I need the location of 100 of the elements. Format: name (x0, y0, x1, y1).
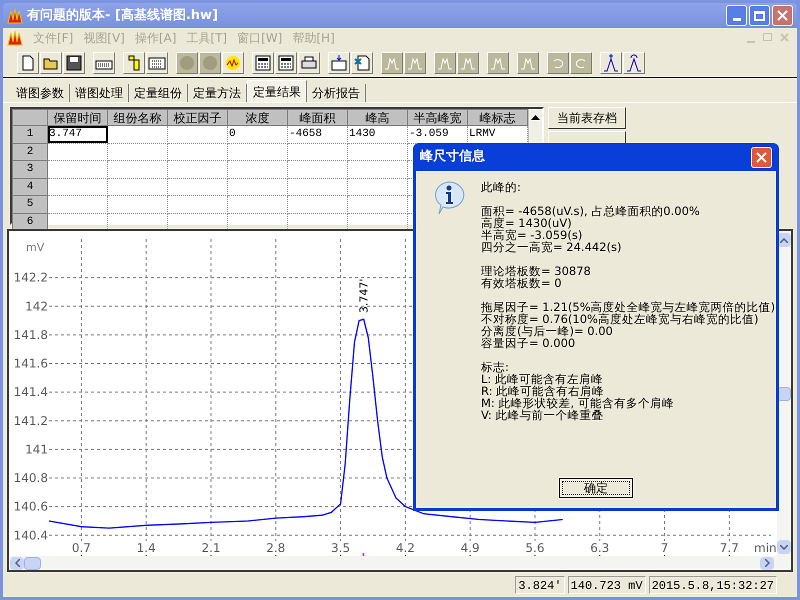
column-header[interactable]: 校正因子 (168, 110, 228, 126)
info-line: R: 此峰可能含有右肩峰 (481, 385, 604, 397)
toolbar-button[interactable] (298, 52, 320, 74)
x-tick-label: 7 (660, 541, 668, 555)
y-axis-label: mV (26, 241, 44, 254)
scroll-right-button[interactable] (760, 556, 774, 570)
toolbar-button[interactable] (146, 52, 168, 74)
column-header[interactable]: 半高峰宽 (408, 110, 468, 126)
x-tick-label: 4.9 (460, 541, 480, 555)
info-line: 不对称度= 0.76(10%高度处左峰宽与右峰宽的比值) (481, 313, 758, 325)
status-field: 3.824' (515, 576, 565, 594)
info-icon (432, 181, 464, 215)
x-tick-label: 7.7 (720, 541, 739, 555)
calculator-icon (255, 54, 271, 70)
info-line: 四分之一高宽= 24.442(s) (481, 241, 622, 253)
y-tick-label: 141.6 (14, 356, 48, 371)
x-tick-label: 4.2 (396, 541, 415, 555)
toolbar-button[interactable] (63, 52, 85, 74)
toolbar-button[interactable] (123, 52, 145, 74)
scroll-left-button[interactable] (10, 556, 24, 570)
toolbar-button[interactable] (351, 52, 373, 74)
x-axis-label: min (754, 541, 777, 555)
column-header[interactable]: 峰面积 (288, 110, 348, 126)
y-tick-label: 141.8 (14, 328, 48, 342)
info-line: 容量因子= 0.000 (481, 337, 576, 349)
y-tick-label: 141 (25, 442, 48, 456)
info-line: L: 此峰可能含有左肩峰 (481, 373, 604, 385)
info-line: 高度= 1430(uV) (481, 217, 572, 229)
toolbar-button[interactable] (275, 52, 297, 74)
blank-page-icon (20, 54, 36, 70)
tab[interactable]: 分析报告 (307, 84, 366, 102)
circle-icon (179, 54, 195, 70)
y-tick-label: 140.4 (14, 528, 48, 542)
calculator-icon (278, 54, 294, 70)
y-tick-label: 141.2 (14, 414, 48, 428)
peak-icon (490, 54, 506, 70)
table-down-arrow-icon (331, 54, 347, 70)
tab[interactable]: 定量组份 (129, 84, 188, 102)
tab[interactable]: 定量结果 (247, 80, 307, 102)
row-header[interactable]: 3 (12, 160, 48, 178)
peak-icon (407, 54, 423, 70)
peak-icon (460, 54, 476, 70)
column-header[interactable]: 组份名称 (108, 110, 168, 126)
x-tick-label: 6.3 (590, 541, 610, 555)
info-line: 此峰的: (481, 181, 522, 193)
y-tick-label: 140.8 (14, 471, 48, 486)
toolbar-button[interactable] (600, 52, 622, 74)
info-line: 有效塔板数= 0 (481, 277, 563, 289)
toolbar-button[interactable] (40, 52, 62, 74)
table-cell: 1430 (348, 126, 408, 143)
info-line: 分离度(与后一峰)= 0.00 (481, 325, 613, 337)
y-tick-label: 140.6 (14, 500, 48, 514)
row-header[interactable]: 1 (12, 126, 48, 143)
status-field: 140.723 mV (568, 576, 646, 594)
grid-icon (148, 54, 166, 70)
toolbar-button[interactable] (252, 52, 274, 74)
close-button[interactable] (772, 5, 793, 26)
toolbar-button[interactable] (93, 52, 115, 74)
minimize-button[interactable] (726, 5, 747, 26)
toolbar-button[interactable] (17, 52, 39, 74)
row-header[interactable]: 4 (12, 178, 48, 196)
column-header[interactable]: 峰高 (348, 110, 408, 126)
status-field: 2015.5.8,15:32:27 (648, 576, 777, 594)
peak-plus-icon (603, 54, 619, 72)
toolbar-button[interactable] (623, 52, 645, 74)
column-header[interactable]: 峰标志 (468, 110, 528, 126)
column-header[interactable]: 浓度 (228, 110, 288, 126)
table-cell: 0 (228, 126, 288, 143)
x-tick-label: 3.5 (331, 541, 350, 555)
table-action-button[interactable]: 当前表存档 (548, 107, 626, 129)
tab[interactable]: 谱图处理 (70, 84, 129, 102)
y-tick-label: 141.4 (14, 385, 48, 400)
row-header[interactable]: 5 (12, 196, 48, 213)
info-line: 半高宽= -3.059(s) (481, 229, 584, 241)
x-tick-label: 1.4 (136, 541, 156, 555)
app-logo (7, 8, 23, 24)
up-arrow-icon (531, 114, 540, 120)
column-list-icon (127, 54, 141, 70)
info-line: 面积= -4658(uV.s), 占总峰面积的0.00% (481, 205, 701, 217)
wave-circle-icon (225, 54, 241, 70)
peak-icon (437, 54, 453, 70)
horizontal-scrollbar[interactable] (9, 556, 791, 570)
column-header[interactable]: 保留时间 (48, 110, 108, 126)
ok-button[interactable]: 确定 (559, 478, 633, 498)
corner-cell (12, 110, 48, 126)
y-tick-label: 142.2 (14, 270, 48, 285)
peak-icon (384, 54, 400, 70)
scroll-thumb[interactable] (24, 556, 41, 570)
close-button[interactable] (751, 146, 772, 168)
y-tick-label: 142 (25, 299, 48, 314)
scroll-down-button[interactable] (777, 540, 791, 554)
maximize-button[interactable] (749, 5, 770, 26)
close-icon (777, 10, 788, 21)
row-header[interactable]: 2 (12, 143, 48, 160)
table-cell: 3.747 (48, 126, 108, 143)
info-line: V: 此峰与前一个峰重叠 (481, 409, 604, 421)
info-line: 拖尾因子= 1.21(5%高度处全峰宽与左峰宽两倍的比值) (481, 301, 776, 313)
tab[interactable]: 谱图参数 (11, 84, 70, 102)
peak-loop-icon (626, 54, 642, 72)
toolbar-button[interactable] (328, 52, 350, 74)
